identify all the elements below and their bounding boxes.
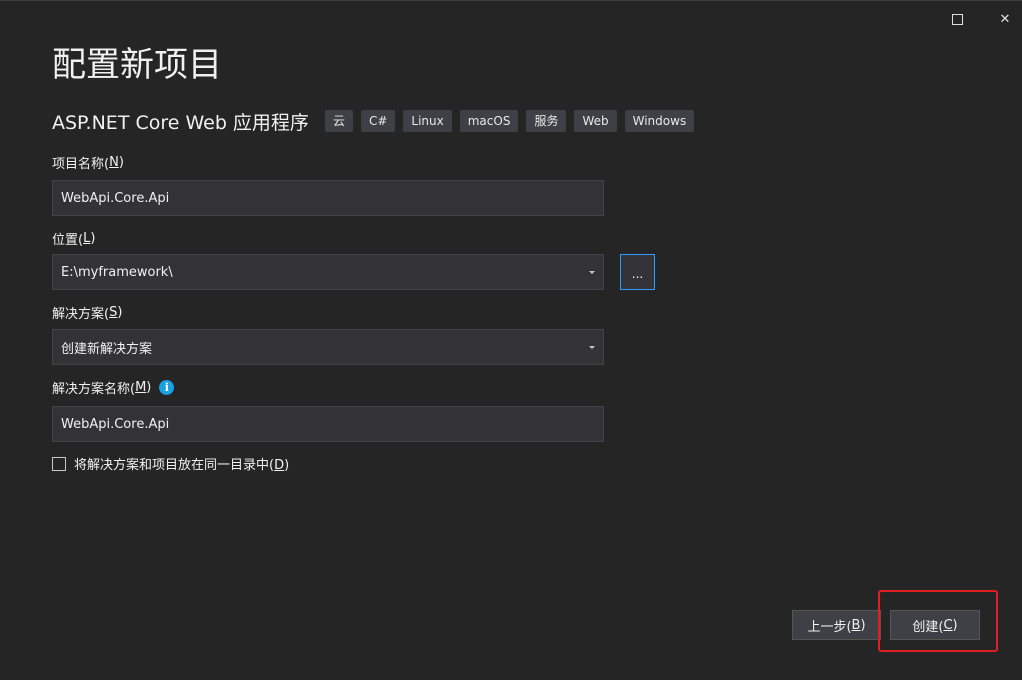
same-directory-option[interactable]: 将解决方案和项目放在同一目录中(D) [52, 454, 289, 473]
same-directory-label: 将解决方案和项目放在同一目录中(D) [74, 458, 290, 473]
dropdown-arrow-icon[interactable] [589, 270, 595, 274]
tag-service: 服务 [526, 110, 567, 132]
tag-web: Web [574, 110, 617, 132]
maximize-icon [951, 13, 963, 25]
project-name-label: 项目名称(N) [52, 155, 124, 172]
close-button[interactable]: ✕ [994, 8, 1016, 30]
tag-macos: macOS [459, 110, 519, 132]
solution-name-label: 解决方案名称(M) i [52, 378, 175, 397]
template-info: ASP.NET Core Web 应用程序 云 C# Linux macOS 服… [52, 107, 702, 135]
tag-linux: Linux [403, 110, 452, 132]
location-label: 位置(L) [52, 231, 96, 248]
close-icon: ✕ [999, 11, 1011, 27]
tag-windows: Windows [624, 110, 695, 132]
solution-value: 创建新解决方案 [61, 341, 153, 357]
location-combobox[interactable]: E:\myframework\ [52, 254, 604, 290]
dropdown-arrow-icon[interactable] [589, 345, 595, 349]
project-name-value: WebApi.Core.Api [61, 190, 170, 206]
maximize-button[interactable] [946, 8, 968, 30]
solution-name-input[interactable]: WebApi.Core.Api [52, 406, 604, 442]
solution-label: 解决方案(S) [52, 305, 123, 322]
location-value: E:\myframework\ [61, 264, 173, 280]
back-button[interactable]: 上一步(B) [792, 610, 881, 640]
info-icon[interactable]: i [159, 380, 175, 395]
tag-cloud: 云 [324, 110, 353, 132]
same-directory-checkbox[interactable] [52, 456, 66, 471]
browse-button[interactable]: ... [620, 254, 655, 290]
solution-combobox[interactable]: 创建新解决方案 [52, 329, 604, 365]
page-title: 配置新项目 [52, 45, 222, 85]
template-name: ASP.NET Core Web 应用程序 [52, 111, 309, 134]
create-button[interactable]: 创建(C) [890, 610, 980, 640]
solution-name-value: WebApi.Core.Api [61, 416, 170, 432]
browse-label: ... [631, 267, 644, 281]
configure-project-dialog: ✕ 配置新项目 ASP.NET Core Web 应用程序 云 C# Linux… [0, 0, 1022, 680]
tag-csharp: C# [360, 110, 396, 132]
project-name-input[interactable]: WebApi.Core.Api [52, 180, 604, 216]
